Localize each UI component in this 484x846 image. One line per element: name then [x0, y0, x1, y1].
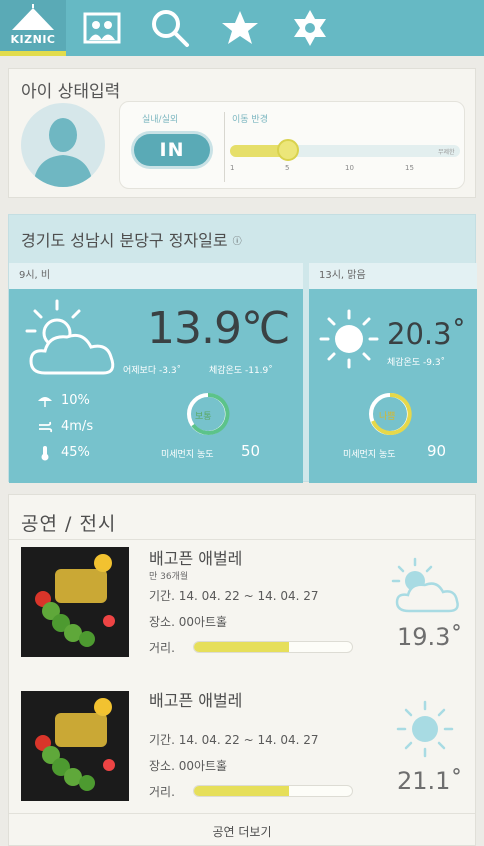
weather-now: 9시, 비 13.9℃ 어제보다 -3.3˚ 체감온도 -11.9˚ 10% 4… [9, 263, 303, 483]
weather-later-body: 20.3˚ 체감온도 -9.3˚ 나쁨 미세먼지 농도 90 [309, 289, 477, 483]
distance-bar [193, 641, 353, 653]
show-name: 배고픈 애벌레 [149, 549, 243, 568]
indoor-label: 실내/실외 [142, 115, 179, 125]
child-state-title: 아이 상태입력 [21, 82, 121, 102]
show-period: 기간. 14. 04. 22 ~ 14. 04. 27 [149, 733, 319, 747]
caterpillar-poster-image [21, 547, 129, 657]
caterpillar-poster-image [21, 691, 129, 801]
show-distance-label: 거리. [149, 641, 175, 655]
dust-grade-later: 나쁨 [379, 412, 396, 422]
show-name: 배고픈 애벌레 [149, 691, 243, 710]
gear-icon [294, 10, 326, 46]
location-text: 경기도 성남시 분당구 정자일로 [21, 231, 228, 250]
humidity: 45% [61, 445, 90, 460]
dust-label-later: 미세먼지 농도 [343, 450, 396, 460]
show-poster[interactable] [21, 547, 129, 657]
temp-vs-yesterday: 어제보다 -3.3˚ [123, 366, 182, 376]
weather-now-body: 13.9℃ 어제보다 -3.3˚ 체감온도 -11.9˚ 10% 4m/s 45… [9, 289, 303, 483]
wind-speed: 4m/s [61, 419, 94, 434]
dust-grade-now: 보통 [195, 412, 212, 422]
star-icon [222, 11, 258, 44]
show-temperature: 19.3˚ [397, 623, 463, 651]
state-input-box: 실내/실외 IN 이동 반경 1 5 10 15 무제한 [119, 101, 465, 189]
weather-panel: 경기도 성남시 분당구 정자일로 ⓘ 9시, 비 13.9℃ 어제보다 -3.3˚… [8, 214, 477, 483]
activity-radius-label: 이동 반경 [232, 115, 268, 125]
tab-search[interactable] [150, 9, 190, 47]
weather-later-time: 13시, 맑음 [309, 263, 477, 289]
umbrella-icon [38, 397, 52, 407]
tab-settings[interactable] [290, 9, 330, 47]
weather-location[interactable]: 경기도 성남시 분당구 정자일로 ⓘ [21, 227, 244, 251]
search-icon [152, 10, 189, 47]
dust-value-now: 50 [241, 442, 261, 460]
distance-bar-fill [194, 642, 289, 652]
slider-tick: 15 [405, 164, 414, 172]
partly-cloudy-icon [391, 557, 459, 613]
more-shows-button[interactable]: 공연 더보기 [9, 823, 475, 840]
partly-cloudy-icon [25, 299, 115, 375]
radius-slider-handle[interactable] [276, 139, 299, 161]
divider [9, 813, 475, 814]
divider [224, 112, 225, 182]
show-poster[interactable] [21, 691, 129, 801]
slider-max-label: 무제한 [438, 149, 455, 156]
show-place: 장소. 00아트홀 [149, 759, 228, 773]
indoor-outdoor-toggle[interactable]: IN [134, 134, 210, 166]
show-place: 장소. 00아트홀 [149, 615, 228, 629]
distance-bar [193, 785, 353, 797]
current-temperature: 13.9℃ [147, 303, 290, 354]
slider-tick: 1 [230, 164, 235, 172]
top-nav-bar: KIZNIC [0, 0, 484, 56]
app-logo-text: KIZNIC [10, 33, 56, 46]
dust-value-later: 90 [427, 442, 447, 460]
show-period: 기간. 14. 04. 22 ~ 14. 04. 27 [149, 589, 319, 603]
photo-icon [83, 12, 121, 44]
child-state-panel: 아이 상태입력 실내/실외 IN 이동 반경 1 5 10 15 무제한 [8, 68, 476, 198]
later-feels-like: 체감온도 -9.3˚ [387, 358, 446, 368]
info-icon[interactable]: ⓘ [231, 237, 244, 250]
shows-title: 공연 / 전시 [21, 513, 117, 535]
feels-like-temp: 체감온도 -11.9˚ [209, 366, 273, 376]
child-avatar[interactable] [21, 103, 105, 187]
dust-label-now: 미세먼지 농도 [161, 450, 214, 460]
show-age: 만 36개월 [149, 572, 189, 582]
distance-bar-fill [194, 786, 289, 796]
later-temperature: 20.3˚ [387, 317, 467, 351]
tab-favorites[interactable] [220, 9, 260, 47]
rain-probability: 10% [61, 393, 90, 408]
thermometer-icon [41, 446, 49, 461]
wind-icon [39, 421, 53, 433]
radius-slider-track[interactable] [230, 145, 460, 157]
home-tab[interactable]: KIZNIC [0, 0, 66, 56]
slider-tick: 10 [345, 164, 354, 172]
sunny-icon [319, 309, 379, 369]
shows-panel: 공연 / 전시 배고픈 애벌레 만 36개월 기간. 14. 04. 22 ~ … [8, 494, 476, 846]
divider [9, 539, 475, 540]
tab-photo[interactable] [82, 9, 122, 47]
weather-later: 13시, 맑음 20.3˚ 체감온도 -9.3˚ 나쁨 미세먼지 농도 90 [309, 263, 477, 483]
show-distance-label: 거리. [149, 785, 175, 799]
user-silhouette-icon [33, 118, 93, 187]
show-temperature: 21.1˚ [397, 767, 463, 795]
weather-now-time: 9시, 비 [9, 263, 303, 289]
sunny-icon [396, 700, 454, 758]
slider-tick: 5 [285, 164, 290, 172]
